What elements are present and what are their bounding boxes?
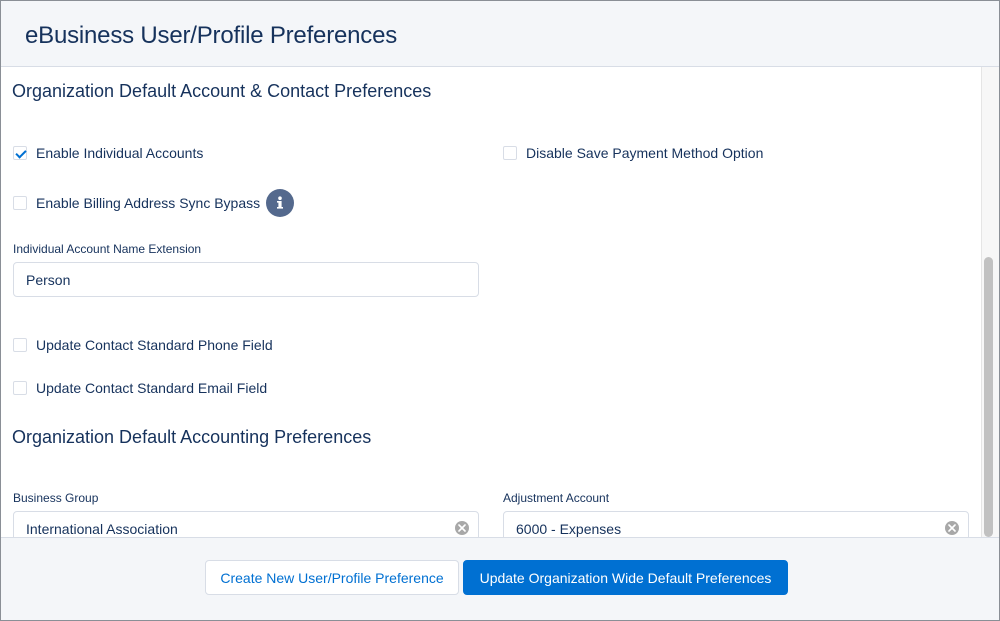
page-title: eBusiness User/Profile Preferences bbox=[25, 22, 398, 49]
business-group-label: Business Group bbox=[13, 491, 99, 505]
update-phone-checkbox[interactable] bbox=[13, 338, 27, 352]
enable-billing-sync-bypass-row[interactable]: Enable Billing Address Sync Bypass bbox=[13, 189, 295, 217]
enable-billing-sync-bypass-label: Enable Billing Address Sync Bypass bbox=[36, 195, 261, 211]
clear-icon[interactable] bbox=[945, 521, 959, 535]
preferences-content: Organization Default Account & Contact P… bbox=[1, 67, 981, 537]
clear-icon[interactable] bbox=[455, 521, 469, 535]
create-preference-button[interactable]: Create New User/Profile Preference bbox=[205, 560, 459, 595]
content-scrollbar[interactable] bbox=[981, 67, 999, 537]
name-extension-label: Individual Account Name Extension bbox=[13, 242, 202, 256]
adjustment-account-label: Adjustment Account bbox=[503, 491, 610, 505]
update-phone-row[interactable]: Update Contact Standard Phone Field bbox=[13, 335, 273, 355]
adjustment-account-input[interactable]: 6000 - Expenses bbox=[503, 511, 969, 537]
business-group-value: International Association bbox=[26, 520, 178, 537]
adjustment-account-value: 6000 - Expenses bbox=[516, 520, 622, 537]
scrollbar-thumb[interactable] bbox=[984, 257, 993, 537]
update-email-checkbox[interactable] bbox=[13, 381, 27, 395]
update-phone-label: Update Contact Standard Phone Field bbox=[36, 337, 273, 353]
disable-save-payment-checkbox[interactable] bbox=[503, 146, 517, 160]
disable-save-payment-label: Disable Save Payment Method Option bbox=[526, 145, 764, 161]
enable-individual-accounts-row[interactable]: Enable Individual Accounts bbox=[13, 143, 203, 163]
update-email-label: Update Contact Standard Email Field bbox=[36, 380, 268, 396]
page-footer: Create New User/Profile Preference Updat… bbox=[1, 537, 999, 620]
page-header: eBusiness User/Profile Preferences bbox=[1, 1, 999, 67]
enable-individual-accounts-checkbox[interactable] bbox=[13, 146, 27, 160]
info-icon[interactable] bbox=[266, 189, 295, 217]
name-extension-input[interactable]: Person bbox=[13, 262, 479, 297]
disable-save-payment-row[interactable]: Disable Save Payment Method Option bbox=[503, 143, 763, 163]
preferences-window: eBusiness User/Profile Preferences Organ… bbox=[0, 0, 1000, 621]
enable-billing-sync-bypass-checkbox[interactable] bbox=[13, 196, 27, 210]
update-defaults-button[interactable]: Update Organization Wide Default Prefere… bbox=[463, 560, 788, 595]
account-section-title: Organization Default Account & Contact P… bbox=[12, 81, 432, 101]
update-email-row[interactable]: Update Contact Standard Email Field bbox=[13, 378, 267, 398]
name-extension-value: Person bbox=[26, 271, 71, 288]
accounting-section-title: Organization Default Accounting Preferen… bbox=[12, 427, 372, 447]
enable-individual-accounts-label: Enable Individual Accounts bbox=[36, 145, 204, 161]
business-group-input[interactable]: International Association bbox=[13, 511, 479, 537]
